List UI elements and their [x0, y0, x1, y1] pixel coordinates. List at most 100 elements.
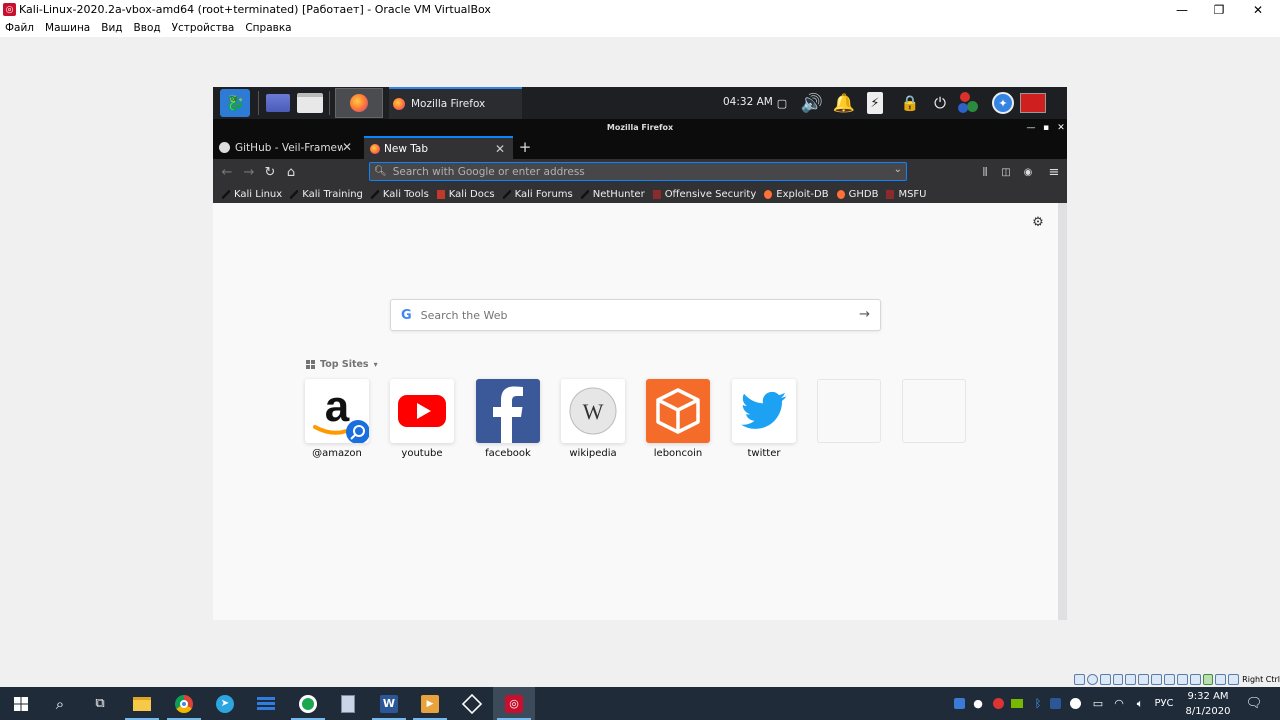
top-sites-header[interactable]: Top Sites ▾: [306, 359, 378, 370]
stack-app-icon[interactable]: [245, 687, 287, 720]
vm-window-taskbar-icon[interactable]: ◎: [493, 687, 535, 720]
green-app-icon[interactable]: [287, 687, 329, 720]
top-site-wikipedia[interactable]: W wikipedia: [561, 379, 625, 459]
bookmark-kali-forums[interactable]: Kali Forums: [502, 189, 573, 200]
volume-icon[interactable]: 🔊: [798, 91, 826, 115]
home-icon[interactable]: ⌂: [281, 162, 301, 182]
minimize-button[interactable]: —: [1164, 0, 1200, 19]
display-icon[interactable]: [1151, 674, 1163, 685]
tray-word-icon[interactable]: [1047, 687, 1063, 720]
forward-icon[interactable]: →: [239, 162, 259, 182]
network-adapter-icon[interactable]: [1112, 674, 1124, 685]
search-submit-arrow-icon[interactable]: →: [859, 307, 870, 322]
tab-github[interactable]: GitHub - Veil-Framewor ✕: [213, 136, 360, 159]
lock-screen-icon[interactable]: 🔒: [899, 91, 921, 115]
bookmark-kali-tools[interactable]: Kali Tools: [370, 189, 429, 200]
battery-icon[interactable]: ▭: [1090, 687, 1106, 720]
action-center-icon[interactable]: 🗨︎: [1244, 687, 1264, 720]
file-explorer-icon[interactable]: [121, 687, 163, 720]
maximize-button[interactable]: ❐: [1201, 0, 1237, 19]
top-site-empty-slot[interactable]: [902, 379, 966, 443]
top-site-leboncoin[interactable]: leboncoin: [646, 379, 710, 459]
browser-shortcut-icon[interactable]: ✦: [990, 91, 1016, 115]
task-view-icon[interactable]: ⧉: [79, 687, 121, 720]
workspace-icon[interactable]: ▢: [774, 91, 790, 115]
audio-icon[interactable]: [1099, 674, 1111, 685]
usb-icon[interactable]: [1125, 674, 1137, 685]
menu-view[interactable]: Вид: [101, 22, 122, 34]
screenshot-tool-icon[interactable]: [1019, 91, 1047, 115]
menu-devices[interactable]: Устройства: [172, 22, 235, 34]
arrow-down-icon[interactable]: [1228, 674, 1240, 685]
ff-minimize-button[interactable]: —: [1024, 119, 1038, 136]
close-tab-icon[interactable]: ✕: [495, 142, 505, 156]
vt-x-icon[interactable]: [1202, 674, 1214, 685]
virtualbox-app-icon[interactable]: ◎: [3, 3, 16, 16]
account-icon[interactable]: ◉: [1018, 162, 1038, 182]
terminal-launcher-icon[interactable]: [264, 91, 292, 115]
windows-start-icon[interactable]: [0, 687, 42, 720]
firefox-launcher-icon[interactable]: [335, 88, 383, 118]
bluetooth-icon[interactable]: ᛒ: [1031, 687, 1045, 720]
close-button[interactable]: ✕: [1240, 0, 1276, 19]
dropdown-chevron-icon[interactable]: ⌄: [894, 164, 902, 175]
bookmark-offensive-security[interactable]: Offensive Security: [652, 189, 756, 200]
back-icon[interactable]: ←: [217, 162, 237, 182]
new-tab-button[interactable]: +: [515, 137, 535, 157]
notifications-icon[interactable]: 🔔: [830, 91, 858, 115]
optical-drive-icon[interactable]: [1086, 674, 1098, 685]
bookmark-kali-training[interactable]: Kali Training: [290, 189, 363, 200]
menu-machine[interactable]: Машина: [45, 22, 90, 34]
tray-w-icon[interactable]: [1067, 687, 1083, 720]
telegram-icon[interactable]: ➤: [204, 687, 246, 720]
tab-new-tab[interactable]: New Tab ✕: [364, 136, 513, 159]
sidebar-icon[interactable]: ◫: [996, 162, 1016, 182]
search-icon[interactable]: ⌕: [39, 687, 81, 720]
tray-chat-icon[interactable]: ●: [970, 687, 986, 720]
bookmark-kali-docs[interactable]: Kali Docs: [436, 189, 495, 200]
kali-menu-icon[interactable]: 🐉: [220, 89, 250, 117]
tray-app-icon[interactable]: [951, 687, 967, 720]
gear-icon[interactable]: ⚙: [1031, 215, 1045, 230]
ff-maximize-button[interactable]: ▪: [1039, 119, 1053, 136]
top-site-empty-slot[interactable]: [817, 379, 881, 443]
wifi-icon[interactable]: ◠: [1111, 687, 1127, 720]
menu-help[interactable]: Справка: [245, 22, 291, 34]
tray-gpu-icon[interactable]: [1009, 687, 1025, 720]
bookmark-exploit-db[interactable]: Exploit-DB: [764, 189, 829, 200]
ff-close-button[interactable]: ✕: [1054, 119, 1067, 136]
library-icon[interactable]: ⫼: [975, 162, 995, 182]
hard-disk-icon[interactable]: [1074, 674, 1085, 685]
page-scrollbar[interactable]: [1058, 203, 1067, 620]
web-search-input[interactable]: G Search the Web →: [390, 299, 881, 331]
language-indicator[interactable]: РУС: [1152, 687, 1176, 720]
bookmark-kali-linux[interactable]: Kali Linux: [222, 189, 282, 200]
bookmark-ghdb[interactable]: GHDB: [836, 189, 878, 200]
taskbar-firefox-window[interactable]: Mozilla Firefox: [389, 87, 522, 119]
network-icon[interactable]: [957, 91, 985, 115]
power-manager-icon[interactable]: ⚡: [864, 91, 886, 115]
speaker-icon[interactable]: 🔈︎: [1132, 687, 1148, 720]
cpu-icon[interactable]: [1189, 674, 1201, 685]
document-app-icon[interactable]: [327, 687, 369, 720]
menu-input[interactable]: Ввод: [134, 22, 161, 34]
media-player-icon[interactable]: ▶: [409, 687, 451, 720]
reload-icon[interactable]: ↻: [260, 162, 280, 182]
top-site-amazon[interactable]: a @amazon: [305, 379, 369, 459]
chrome-icon[interactable]: [163, 687, 205, 720]
virtualbox-taskbar-icon[interactable]: [451, 687, 493, 720]
menu-file[interactable]: Файл: [5, 22, 34, 34]
keyboard-capture-icon[interactable]: [1215, 674, 1227, 685]
url-bar[interactable]: 🔍︎ Search with Google or enter address ⌄: [369, 162, 907, 181]
word-icon[interactable]: W: [368, 687, 410, 720]
menu-hamburger-icon[interactable]: ≡: [1044, 162, 1064, 182]
top-site-youtube[interactable]: youtube: [390, 379, 454, 459]
taskbar-clock[interactable]: 9:32 AM 8/1/2020: [1180, 689, 1236, 719]
panel-clock[interactable]: 04:32 AM: [723, 96, 773, 108]
shared-folders-icon[interactable]: [1138, 674, 1150, 685]
file-manager-launcher-icon[interactable]: [296, 91, 324, 115]
bookmark-nethunter[interactable]: NetHunter: [580, 189, 645, 200]
tray-antivirus-icon[interactable]: [990, 687, 1006, 720]
logout-icon[interactable]: ⏻: [929, 91, 951, 115]
close-tab-icon[interactable]: ✕: [342, 140, 352, 154]
